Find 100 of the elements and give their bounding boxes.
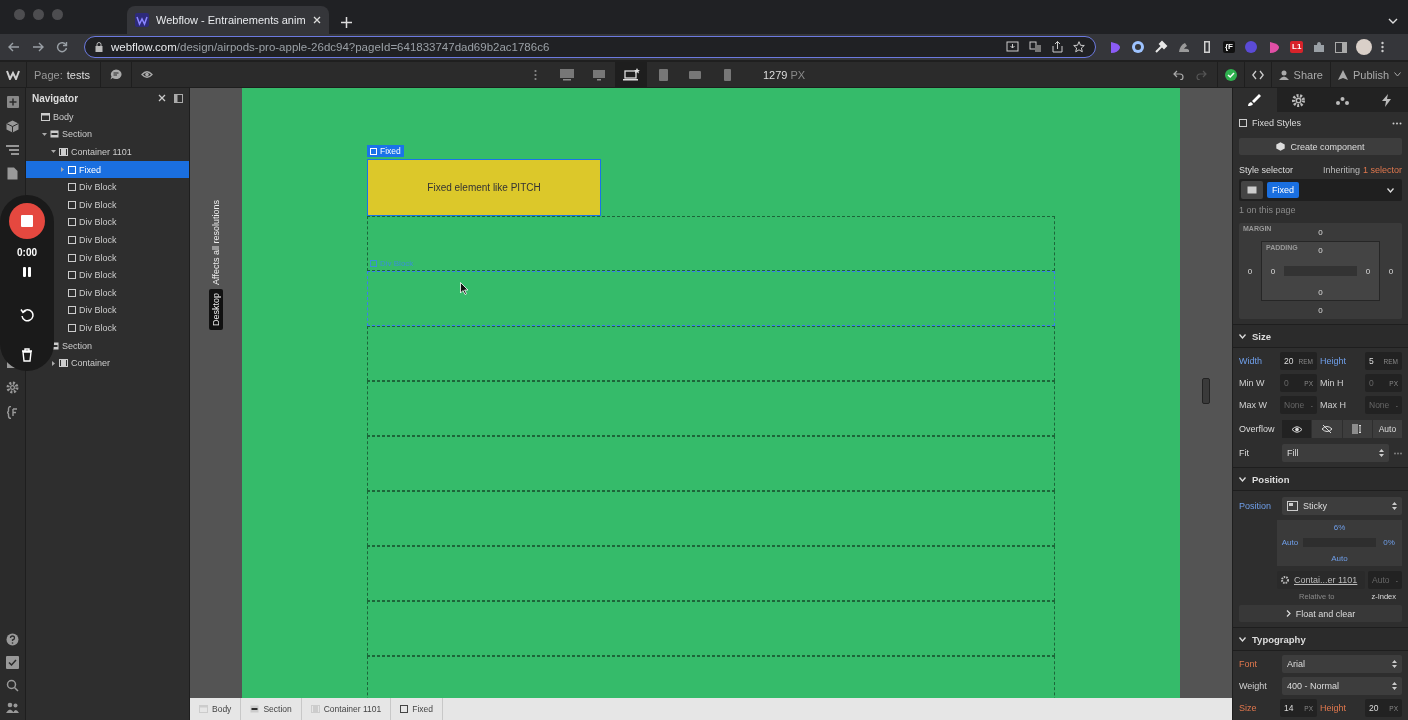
eye-icon[interactable] [141, 70, 153, 79]
navigator-item[interactable]: Fixed [26, 160, 189, 179]
padding-value[interactable]: 0 [1365, 266, 1371, 276]
webflow-logo-icon[interactable] [6, 69, 20, 80]
braces-icon[interactable] [6, 406, 19, 419]
stop-recording-button[interactable] [9, 203, 45, 239]
back-icon[interactable] [8, 42, 20, 52]
float-clear-button[interactable]: Float and clear [1239, 605, 1402, 622]
section-title[interactable]: Size [1252, 330, 1271, 342]
navigator-item[interactable]: Div Block [26, 266, 189, 284]
breadcrumb[interactable]: Body [190, 698, 242, 720]
div-block[interactable] [367, 601, 1055, 656]
section-title[interactable]: Position [1252, 473, 1290, 485]
margin-value[interactable]: 0 [1318, 305, 1323, 315]
canvas-width[interactable]: 1279 [763, 68, 788, 81]
users-icon[interactable] [6, 702, 19, 714]
star-icon[interactable] [1073, 41, 1085, 53]
breadcrumb[interactable]: Fixed [391, 698, 444, 720]
navigator-item[interactable]: Div Block [26, 178, 189, 196]
chevron-down-icon[interactable] [1239, 636, 1246, 642]
overflow-option[interactable]: Auto [1372, 420, 1402, 438]
navigator-item[interactable]: Container 1101 [26, 143, 189, 161]
dock-icon[interactable] [174, 93, 183, 103]
extension-icon[interactable] [1312, 40, 1327, 54]
undo-icon[interactable] [1172, 69, 1184, 80]
relative-to-field[interactable]: Contai...er 1101 [1277, 571, 1365, 589]
caret-down-icon[interactable] [50, 149, 56, 155]
pause-icon[interactable] [22, 266, 32, 278]
offset-value[interactable]: Auto [1281, 538, 1299, 548]
navigator-item[interactable]: Div Block [26, 319, 189, 337]
margin-value[interactable]: 0 [1388, 266, 1394, 276]
navigator-item[interactable]: Container [26, 354, 189, 372]
inheriting-link[interactable]: 1 selector [1362, 165, 1402, 175]
navigator-item[interactable]: Div Block [26, 231, 189, 249]
navigator-item[interactable]: Div Block [26, 301, 189, 320]
navigator-icon[interactable] [6, 145, 19, 155]
offset-value[interactable]: 0% [1383, 538, 1395, 548]
div-block[interactable] [367, 381, 1055, 436]
settings-icon[interactable] [6, 381, 19, 394]
close-icon[interactable] [158, 94, 166, 102]
install-icon[interactable] [1006, 41, 1019, 53]
overflow-option[interactable] [1282, 420, 1312, 438]
forward-icon[interactable] [32, 42, 44, 52]
reload-icon[interactable] [56, 41, 68, 53]
div-block[interactable] [367, 436, 1055, 491]
fixed-element[interactable]: Fixed element like PITCH [367, 159, 601, 216]
margin-value[interactable]: 0 [1318, 227, 1323, 237]
checklist-icon[interactable] [6, 656, 19, 669]
overflow-option[interactable] [1342, 420, 1372, 438]
position-select[interactable]: Sticky [1282, 497, 1402, 515]
div-block[interactable] [367, 491, 1055, 546]
extension-icon[interactable] [1131, 40, 1145, 54]
share-button[interactable]: Share [1270, 62, 1330, 87]
offset-value[interactable]: Auto [1331, 553, 1348, 563]
overflow-option[interactable] [1312, 420, 1342, 438]
margin-value[interactable]: 0 [1247, 266, 1253, 276]
new-tab-icon[interactable] [340, 17, 352, 28]
caret-right-icon[interactable] [50, 360, 56, 366]
div-block[interactable] [367, 326, 1055, 381]
more-icon[interactable] [1381, 41, 1385, 53]
panel-tab[interactable] [1233, 88, 1277, 112]
select-field[interactable]: 400 - Normal [1282, 677, 1402, 695]
section-title[interactable]: Typography [1252, 633, 1306, 645]
create-component-button[interactable]: Create component [1239, 138, 1402, 155]
restart-icon[interactable] [20, 308, 34, 322]
side-panel-icon[interactable] [1335, 41, 1348, 53]
navigator-item[interactable]: Section [26, 125, 189, 144]
breadcrumb[interactable]: Section [241, 698, 302, 720]
resize-handle[interactable] [1202, 378, 1210, 404]
div-block[interactable] [367, 216, 1055, 271]
comment-icon[interactable] [110, 69, 122, 80]
offset-editor[interactable]: 6% Auto 0% Auto [1277, 520, 1402, 566]
navigator-item[interactable]: Div Block [26, 283, 189, 302]
padding-value[interactable]: 0 [1270, 266, 1276, 276]
more-icon[interactable] [1392, 121, 1402, 125]
chevron-down-icon[interactable] [1239, 333, 1246, 339]
navigator-item[interactable]: Div Block [26, 195, 189, 214]
page-name[interactable]: tests [66, 68, 90, 81]
navigator-item[interactable]: Body [26, 108, 189, 126]
more-icon[interactable] [534, 68, 537, 81]
translate-icon[interactable] [1029, 41, 1042, 53]
extension-icon[interactable] [1154, 40, 1168, 54]
help-icon[interactable] [6, 633, 19, 646]
div-block[interactable] [367, 546, 1055, 601]
class-tag[interactable]: Fixed [1267, 182, 1299, 198]
select-field[interactable]: Arial [1282, 655, 1402, 673]
address-bar[interactable]: webflow.com/design/airpods-pro-apple-26dc94?pageId=641833747dad69b2ac1786c6 [84, 36, 1096, 58]
browser-tab[interactable]: Webflow - Entrainements anim [127, 6, 329, 34]
offset-value[interactable]: 6% [1333, 523, 1346, 533]
code-icon[interactable] [1251, 69, 1264, 80]
extension-icon[interactable]: L1 [1290, 41, 1304, 53]
page-icon[interactable] [7, 167, 18, 180]
check-icon[interactable] [1224, 68, 1237, 81]
fit-select[interactable]: Fill [1282, 444, 1389, 462]
publish-button[interactable]: Publish [1329, 62, 1408, 87]
close-icon[interactable] [312, 16, 321, 24]
chevron-down-icon[interactable] [1388, 18, 1398, 24]
extension-icon[interactable]: {F [1223, 41, 1235, 53]
element-badge[interactable]: Fixed [367, 145, 404, 157]
padding-value[interactable]: 0 [1318, 245, 1323, 255]
